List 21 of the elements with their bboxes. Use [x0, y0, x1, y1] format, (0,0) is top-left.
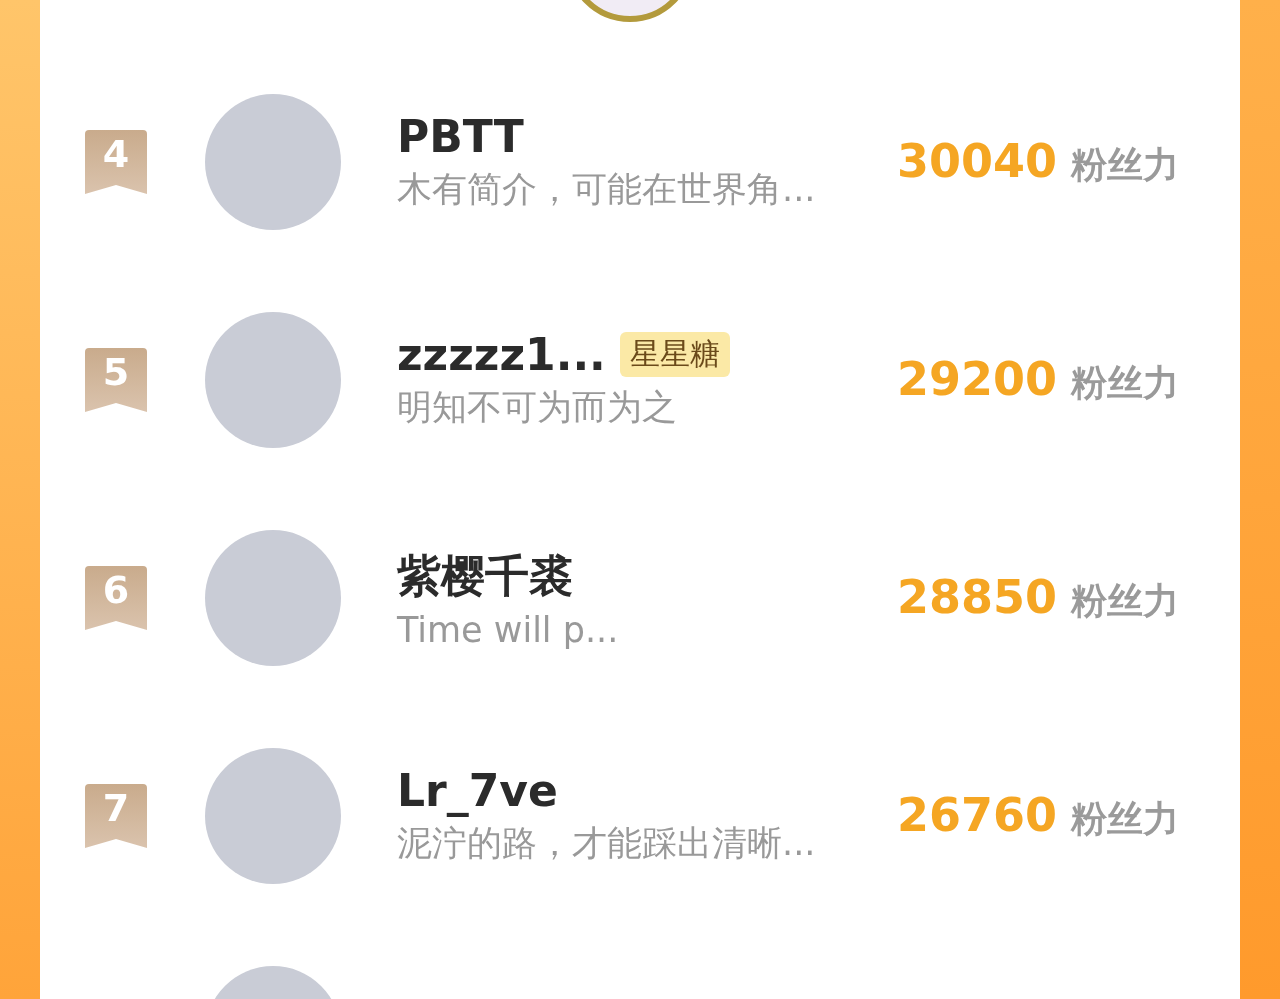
user-name[interactable]: 紫樱千裘 [397, 546, 573, 606]
rank-ribbon: 4 [85, 130, 147, 194]
score-unit: 粉丝力 [1071, 361, 1180, 405]
fan-score: 26760 [897, 788, 1058, 842]
fan-score: 29200 [897, 352, 1058, 406]
user-bio: Time will p... [397, 609, 620, 650]
fan-score: 30040 [897, 134, 1058, 188]
rank-ribbon: 7 [85, 784, 147, 848]
score-unit: 粉丝力 [1071, 579, 1180, 623]
rank-ribbon: 6 [85, 566, 147, 630]
rank-ribbon: 5 [85, 348, 147, 412]
user-bio: 木有简介，可能在世界角... [397, 168, 817, 211]
user-name[interactable]: Lr_7ve [397, 765, 558, 816]
user-tag: 星星糖 [619, 332, 730, 377]
score-unit: 粉丝力 [1071, 143, 1180, 187]
score-unit: 粉丝力 [1071, 797, 1180, 841]
user-bio: 明知不可为而为之 [397, 386, 678, 429]
user-name[interactable]: zzzzz1... [397, 329, 606, 380]
fan-score: 28850 [897, 570, 1058, 624]
user-name[interactable]: PBTT [397, 111, 524, 162]
user-bio: 泥泞的路，才能踩出清晰... [397, 822, 817, 865]
